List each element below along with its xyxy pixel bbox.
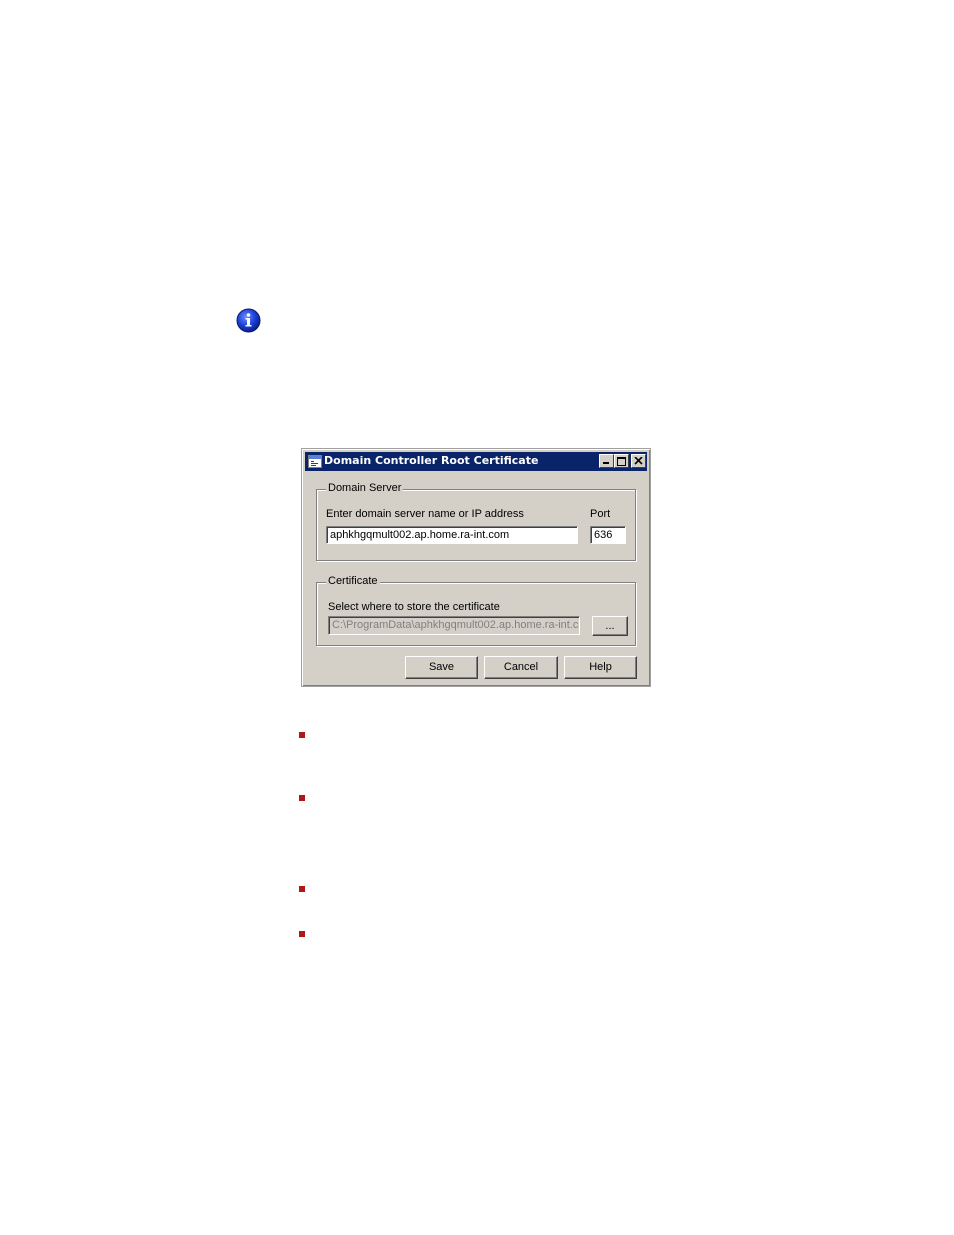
port-input[interactable]: 636 bbox=[590, 526, 626, 544]
certificate-path-input: C:\ProgramData\aphkhgqmult002.ap.home.ra… bbox=[328, 616, 580, 635]
minimize-button[interactable] bbox=[599, 454, 614, 468]
bullet-marker bbox=[299, 886, 305, 892]
bullet-marker bbox=[299, 795, 305, 801]
domain-server-group: Domain Server bbox=[316, 482, 636, 561]
maximize-button[interactable] bbox=[614, 454, 629, 468]
minimize-icon bbox=[603, 462, 609, 464]
close-button[interactable] bbox=[631, 454, 646, 468]
store-location-label: Select where to store the certificate bbox=[328, 601, 500, 613]
domain-server-legend: Domain Server bbox=[326, 482, 404, 494]
window-icon bbox=[308, 455, 322, 468]
browse-button[interactable]: ... bbox=[592, 616, 628, 636]
bullet-marker bbox=[299, 931, 305, 937]
certificate-group: Certificate bbox=[316, 575, 636, 646]
window-title: Domain Controller Root Certificate bbox=[324, 454, 539, 467]
certificate-dialog: Domain Controller Root Certificate Domai… bbox=[301, 448, 651, 687]
help-button[interactable]: Help bbox=[564, 656, 637, 679]
close-icon bbox=[634, 457, 643, 465]
server-name-input[interactable]: aphkhgqmult002.ap.home.ra-int.com bbox=[326, 526, 578, 544]
save-button[interactable]: Save bbox=[405, 656, 478, 679]
cancel-button[interactable]: Cancel bbox=[484, 656, 558, 679]
server-name-label: Enter domain server name or IP address bbox=[326, 508, 524, 520]
info-icon bbox=[236, 308, 261, 333]
bullet-marker bbox=[299, 732, 305, 738]
title-bar[interactable]: Domain Controller Root Certificate bbox=[305, 452, 647, 471]
port-label: Port bbox=[590, 508, 611, 520]
certificate-legend: Certificate bbox=[326, 575, 380, 587]
maximize-icon bbox=[617, 456, 626, 466]
